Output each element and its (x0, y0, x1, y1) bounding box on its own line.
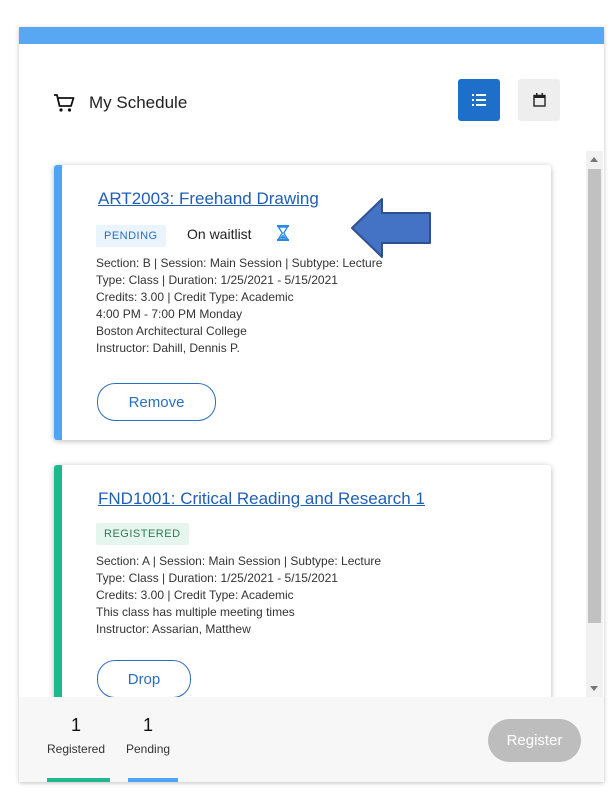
detail-line: 4:00 PM - 7:00 PM Monday (96, 307, 243, 321)
scroll-down-arrow-icon[interactable] (590, 686, 598, 691)
course-details: Section: B | Session: Main Session | Sub… (96, 255, 382, 357)
course-title-link[interactable]: FND1001: Critical Reading and Research 1 (98, 489, 425, 509)
detail-line: This class has multiple meeting times (96, 605, 295, 619)
page-title: My Schedule (89, 93, 188, 112)
calendar-view-button[interactable] (518, 79, 560, 121)
top-accent-bar (19, 27, 604, 44)
pending-indicator (128, 778, 178, 782)
detail-line: Boston Architectural College (96, 324, 247, 338)
course-title-link[interactable]: ART2003: Freehand Drawing (98, 189, 319, 209)
register-button[interactable]: Register (488, 719, 581, 762)
schedule-panel: My Schedule ART2003: Freehand Drawing PE… (19, 27, 604, 782)
waitlist-label: On waitlist (187, 226, 252, 242)
detail-line: Instructor: Assarian, Matthew (96, 622, 251, 636)
pending-stripe (54, 165, 62, 440)
status-badge: PENDING (96, 225, 166, 247)
detail-line: Section: B | Session: Main Session | Sub… (96, 256, 383, 270)
left-arrow-icon (351, 198, 431, 258)
hourglass-icon (277, 225, 289, 241)
schedule-footer: 1 Registered 1 Pending Register (19, 697, 604, 782)
pending-stat: 1 Pending (126, 715, 170, 756)
scroll-thumb[interactable] (588, 169, 601, 623)
status-badge: REGISTERED (96, 523, 189, 545)
pending-label: Pending (126, 742, 171, 756)
calendar-icon (532, 93, 546, 107)
detail-line: Section: A | Session: Main Session | Sub… (96, 554, 382, 568)
registered-label: Registered (47, 742, 106, 756)
course-card-art2003: ART2003: Freehand Drawing PENDING On wai… (54, 165, 551, 440)
vertical-scrollbar[interactable] (586, 151, 603, 697)
pending-count: 1 (143, 715, 154, 735)
list-view-button[interactable] (458, 79, 500, 121)
drop-button[interactable]: Drop (97, 660, 191, 697)
registered-stripe (54, 465, 62, 697)
schedule-list[interactable]: ART2003: Freehand Drawing PENDING On wai… (19, 151, 604, 697)
course-card-fnd1001: FND1001: Critical Reading and Research 1… (54, 465, 551, 697)
registered-indicator (47, 778, 110, 782)
detail-line: Type: Class | Duration: 1/25/2021 - 5/15… (96, 571, 338, 585)
detail-line: Credits: 3.00 | Credit Type: Academic (96, 588, 294, 602)
detail-line: Credits: 3.00 | Credit Type: Academic (96, 290, 294, 304)
list-icon (472, 94, 486, 106)
course-details: Section: A | Session: Main Session | Sub… (96, 553, 381, 638)
scroll-up-arrow-icon[interactable] (590, 157, 598, 162)
detail-line: Type: Class | Duration: 1/25/2021 - 5/15… (96, 273, 338, 287)
registered-count: 1 (71, 715, 82, 735)
registered-stat: 1 Registered (47, 715, 105, 756)
detail-line: Instructor: Dahill, Dennis P. (96, 341, 240, 355)
cart-icon (54, 94, 75, 112)
remove-button[interactable]: Remove (97, 383, 216, 421)
